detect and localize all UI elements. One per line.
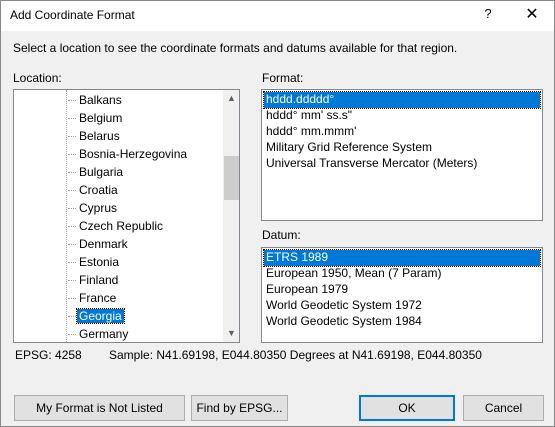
datum-item-selected[interactable]: ETRS 1989 bbox=[263, 249, 541, 267]
format-item[interactable]: hddd° mm.mmm' bbox=[264, 124, 542, 140]
location-item[interactable]: Cyprus bbox=[68, 199, 228, 217]
location-label: Location: bbox=[13, 71, 62, 85]
datum-item[interactable]: European 1950, Mean (7 Param) bbox=[264, 266, 542, 282]
location-item[interactable]: Croatia bbox=[68, 181, 228, 199]
scroll-down-icon[interactable]: ▼ bbox=[223, 325, 239, 342]
title-bar: Add Coordinate Format ? ✕ bbox=[1, 1, 554, 31]
location-item[interactable]: Belarus bbox=[68, 127, 228, 145]
format-item-selected[interactable]: hddd.ddddd° bbox=[263, 91, 541, 109]
location-item-selected[interactable]: Georgia bbox=[68, 307, 228, 325]
epsg-code: EPSG: 4258 bbox=[15, 348, 82, 362]
format-label: Format: bbox=[262, 71, 304, 85]
location-item[interactable]: Denmark bbox=[68, 235, 228, 253]
format-item[interactable]: Military Grid Reference System bbox=[264, 140, 542, 156]
location-scrollbar[interactable]: ▲ ▼ bbox=[223, 90, 239, 342]
location-item[interactable]: Balkans bbox=[68, 91, 228, 109]
window-title: Add Coordinate Format bbox=[10, 8, 135, 22]
location-item[interactable]: Belgium bbox=[68, 109, 228, 127]
datum-list[interactable]: ETRS 1989 European 1950, Mean (7 Param) … bbox=[261, 247, 543, 343]
cancel-button[interactable]: Cancel bbox=[463, 395, 544, 421]
ok-button[interactable]: OK bbox=[359, 395, 455, 421]
find-by-epsg-button[interactable]: Find by EPSG... bbox=[191, 395, 288, 421]
sample-text: Sample: N41.69198, E044.80350 Degrees at… bbox=[109, 348, 482, 362]
scroll-thumb[interactable] bbox=[224, 156, 239, 200]
datum-item[interactable]: World Geodetic System 1984 bbox=[264, 314, 542, 330]
format-list[interactable]: hddd.ddddd° hddd° mm' ss.s" hddd° mm.mmm… bbox=[261, 89, 543, 221]
instructions-text: Select a location to see the coordinate … bbox=[13, 41, 458, 55]
datum-item[interactable]: European 1979 bbox=[264, 282, 542, 298]
format-item[interactable]: hddd° mm' ss.s" bbox=[264, 108, 542, 124]
add-coordinate-format-dialog: Add Coordinate Format ? ✕ Select a locat… bbox=[0, 0, 555, 427]
location-item[interactable]: Finland bbox=[68, 271, 228, 289]
format-item[interactable]: Universal Transverse Mercator (Meters) bbox=[264, 156, 542, 172]
location-item[interactable]: Bosnia-Herzegovina bbox=[68, 145, 228, 163]
location-item[interactable]: Estonia bbox=[68, 253, 228, 271]
datum-label: Datum: bbox=[262, 228, 301, 242]
location-item[interactable]: France bbox=[68, 289, 228, 307]
location-item[interactable]: Germany bbox=[68, 325, 228, 342]
location-item[interactable]: Bulgaria bbox=[68, 163, 228, 181]
datum-item[interactable]: World Geodetic System 1972 bbox=[264, 298, 542, 314]
location-label-text: Location: bbox=[13, 71, 62, 85]
help-icon[interactable]: ? bbox=[479, 6, 497, 24]
location-item[interactable]: Czech Republic bbox=[68, 217, 228, 235]
close-icon[interactable]: ✕ bbox=[519, 4, 545, 26]
scroll-up-icon[interactable]: ▲ bbox=[223, 90, 239, 107]
tree-line bbox=[66, 90, 67, 342]
location-list[interactable]: Balkans Belgium Belarus Bosnia-Herzegovi… bbox=[13, 89, 240, 343]
my-format-not-listed-button[interactable]: My Format is Not Listed bbox=[14, 395, 185, 421]
